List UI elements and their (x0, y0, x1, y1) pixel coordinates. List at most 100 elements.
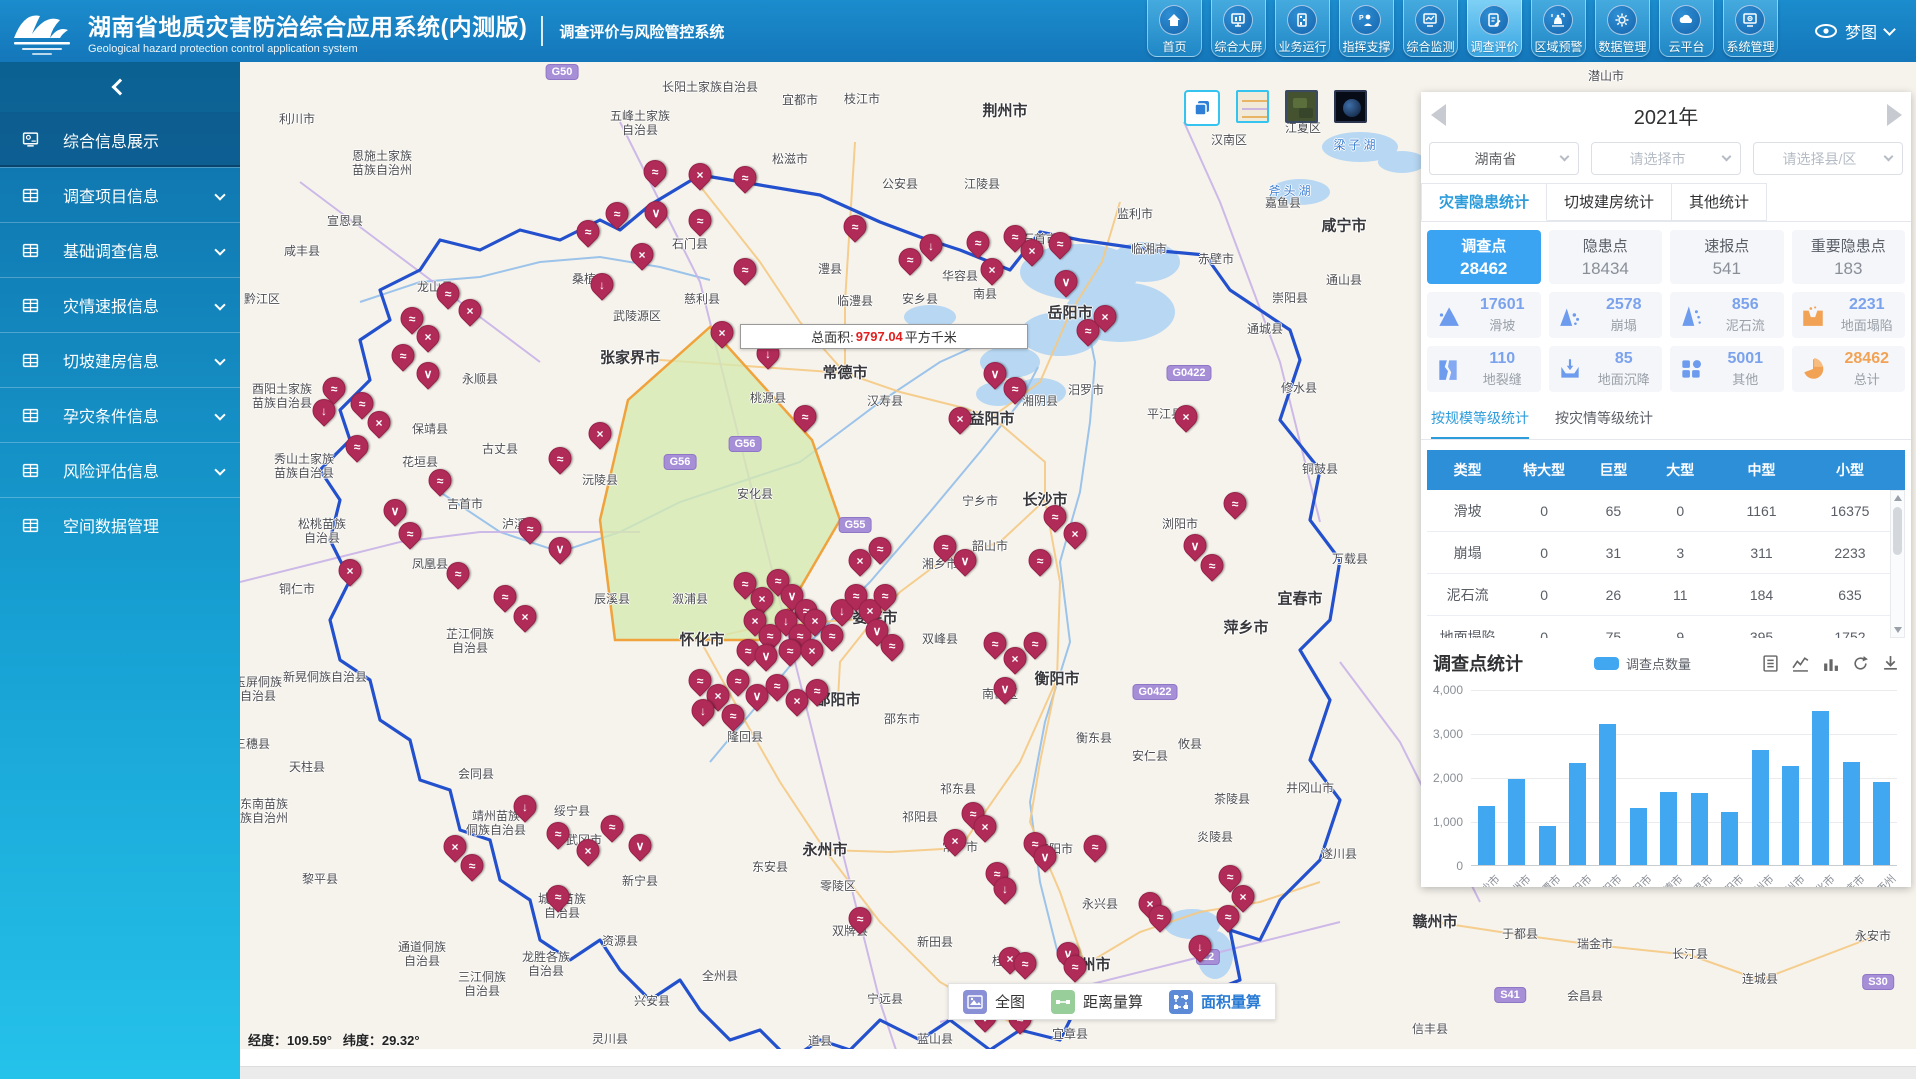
stat-card-隐患点[interactable]: 隐患点18434 (1549, 230, 1663, 284)
scroll-thumb[interactable] (1893, 507, 1902, 555)
bar-株洲市[interactable] (1508, 779, 1525, 865)
subtab-按灾情等级统计[interactable]: 按灾情等级统计 (1555, 408, 1653, 439)
hazard-stat-滑坡[interactable]: 17601滑坡 (1427, 292, 1541, 338)
x-axis-label: 湘潭市 (1530, 871, 1565, 887)
download-icon[interactable] (1882, 655, 1899, 672)
place-label: 梁子湖 (1333, 139, 1378, 153)
bar-衡阳市[interactable] (1569, 763, 1586, 865)
bar-怀化市[interactable] (1812, 711, 1829, 865)
bar-湘西州[interactable] (1873, 782, 1890, 865)
tooltip-suffix: 平方千米 (905, 327, 957, 346)
scroll-down-arrow[interactable] (1894, 627, 1902, 633)
table-row[interactable]: 崩塌03133112233 (1427, 532, 1905, 574)
sinkhole-icon (1800, 302, 1826, 328)
nav-tab-首页[interactable]: 首页 (1147, 0, 1202, 57)
hazard-stat-泥石流[interactable]: 856泥石流 (1670, 292, 1784, 338)
place-label: 双峰县 (922, 633, 958, 647)
scroll-up-arrow[interactable] (1894, 495, 1902, 501)
basemap-street-thumbnail[interactable] (1236, 90, 1269, 123)
tab-其他统计[interactable]: 其他统计 (1672, 183, 1767, 221)
bar-邵阳市[interactable] (1599, 724, 1616, 865)
basemap-satellite-thumbnail[interactable] (1285, 90, 1318, 123)
hazard-glyph-icon: ≈ (578, 221, 599, 242)
year-next-button[interactable] (1877, 92, 1911, 138)
region-select-0[interactable]: 湖南省 (1429, 142, 1579, 175)
nav-tab-区域预警[interactable]: 区域预警 (1531, 0, 1586, 57)
layers-button[interactable] (1184, 90, 1220, 126)
nav-tab-系统管理[interactable]: 系统管理 (1723, 0, 1778, 57)
user-menu[interactable]: 梦图 (1815, 19, 1894, 43)
chart-legend: 调查点数量 (1523, 654, 1762, 673)
hazard-stat-其他[interactable]: 5001其他 (1670, 346, 1784, 392)
hazard-glyph-icon: ≈ (1045, 506, 1066, 527)
nav-tab-综合大屏[interactable]: 综合大屏 (1211, 0, 1266, 57)
stat-card-速报点[interactable]: 速报点541 (1670, 230, 1784, 284)
hazard-stat-总计[interactable]: 28462总计 (1792, 346, 1906, 392)
road-shield: S41 (1494, 987, 1526, 1003)
sidebar-collapse-button[interactable] (0, 62, 240, 112)
place-label: 祁阳县 (902, 811, 938, 825)
basemap-globe-thumbnail[interactable] (1334, 90, 1367, 123)
region-select-2[interactable]: 请选择县/区 (1753, 142, 1903, 175)
stat-card-重要隐患点[interactable]: 重要隐患点183 (1792, 230, 1906, 284)
measure-tool-距离量算[interactable]: 距离量算 (1051, 990, 1143, 1014)
bar-岳阳市[interactable] (1630, 808, 1647, 865)
data-view-icon[interactable] (1762, 655, 1779, 672)
bar-chart-icon[interactable] (1822, 655, 1839, 672)
sidebar-item-综合信息展示[interactable]: 综合信息展示 (0, 112, 240, 167)
nav-tab-指挥支撑[interactable]: P指挥支撑 (1339, 0, 1394, 57)
bar-张家界市[interactable] (1691, 793, 1708, 865)
nav-tab-云平台[interactable]: 云平台 (1659, 0, 1714, 57)
refresh-icon[interactable] (1852, 655, 1869, 672)
bar-永州市[interactable] (1782, 766, 1799, 865)
nav-tab-数据管理[interactable]: 数据管理 (1595, 0, 1650, 57)
sidebar-item-切坡建房信息[interactable]: 切坡建房信息 (0, 332, 240, 387)
measure-tool-面积量算[interactable]: 面积量算 (1169, 990, 1261, 1014)
hazard-glyph-icon: × (802, 640, 823, 661)
bar-益阳市[interactable] (1721, 812, 1738, 865)
legend-swatch[interactable] (1594, 657, 1619, 670)
sidebar-item-孕灾条件信息[interactable]: 孕灾条件信息 (0, 387, 240, 442)
hazard-glyph-icon: ≈ (735, 259, 756, 280)
hazard-glyph-icon: ≈ (520, 518, 541, 539)
sidebar-item-风险评估信息[interactable]: 风险评估信息 (0, 442, 240, 497)
measure-tool-全图[interactable]: 全图 (963, 990, 1025, 1014)
table-row[interactable]: 地面塌陷07593951752 (1427, 616, 1905, 638)
hazard-stat-label: 地裂缝 (1483, 369, 1522, 388)
hazard-stat-崩塌[interactable]: 2578崩塌 (1549, 292, 1663, 338)
sidebar-item-调查项目信息[interactable]: 调查项目信息 (0, 167, 240, 222)
bar-长沙市[interactable] (1478, 806, 1495, 865)
bar-郴州市[interactable] (1752, 750, 1769, 865)
sidebar-item-灾情速报信息[interactable]: 灾情速报信息 (0, 277, 240, 332)
bar-娄底市[interactable] (1843, 762, 1860, 865)
nav-tab-业务运行[interactable]: 业务运行 (1275, 0, 1330, 57)
table-cell: 0 (1508, 503, 1580, 519)
hazard-glyph-icon: ≈ (1225, 493, 1246, 514)
stat-card-调查点[interactable]: 调查点28462 (1427, 230, 1541, 284)
table-row[interactable]: 泥石流02611184635 (1427, 574, 1905, 616)
city-label: 永州市 (802, 841, 847, 858)
table-scrollbar[interactable] (1890, 490, 1905, 638)
chevron-down-icon (1722, 152, 1732, 162)
hazard-stat-地面沉降[interactable]: 85地面沉降 (1549, 346, 1663, 392)
nav-tab-综合监测[interactable]: 综合监测 (1403, 0, 1458, 57)
bar-湘潭市[interactable] (1539, 826, 1556, 865)
sidebar-item-基础调查信息[interactable]: 基础调查信息 (0, 222, 240, 277)
hazard-stat-地裂缝[interactable]: 110地裂缝 (1427, 346, 1541, 392)
place-label: 零陵区 (820, 880, 856, 894)
hazard-glyph-icon: ≈ (1085, 836, 1106, 857)
year-prev-button[interactable] (1421, 92, 1455, 138)
chevron-down-icon (1884, 152, 1894, 162)
tab-灾害隐患统计[interactable]: 灾害隐患统计 (1421, 183, 1547, 221)
nav-label: 业务运行 (1278, 38, 1326, 55)
hazard-stat-地面塌陷[interactable]: 2231地面塌陷 (1792, 292, 1906, 338)
table-cell: 1752 (1809, 629, 1890, 639)
table-row[interactable]: 滑坡0650116116375 (1427, 490, 1905, 532)
nav-tab-调查评价[interactable]: 调查评价 (1467, 0, 1522, 57)
line-chart-icon[interactable] (1792, 655, 1809, 672)
tab-切坡建房统计[interactable]: 切坡建房统计 (1547, 183, 1672, 221)
bar-常德市[interactable] (1660, 792, 1677, 865)
sidebar-item-空间数据管理[interactable]: 空间数据管理 (0, 497, 240, 552)
subtab-按规模等级统计[interactable]: 按规模等级统计 (1431, 408, 1529, 439)
region-select-1[interactable]: 请选择市 (1591, 142, 1741, 175)
